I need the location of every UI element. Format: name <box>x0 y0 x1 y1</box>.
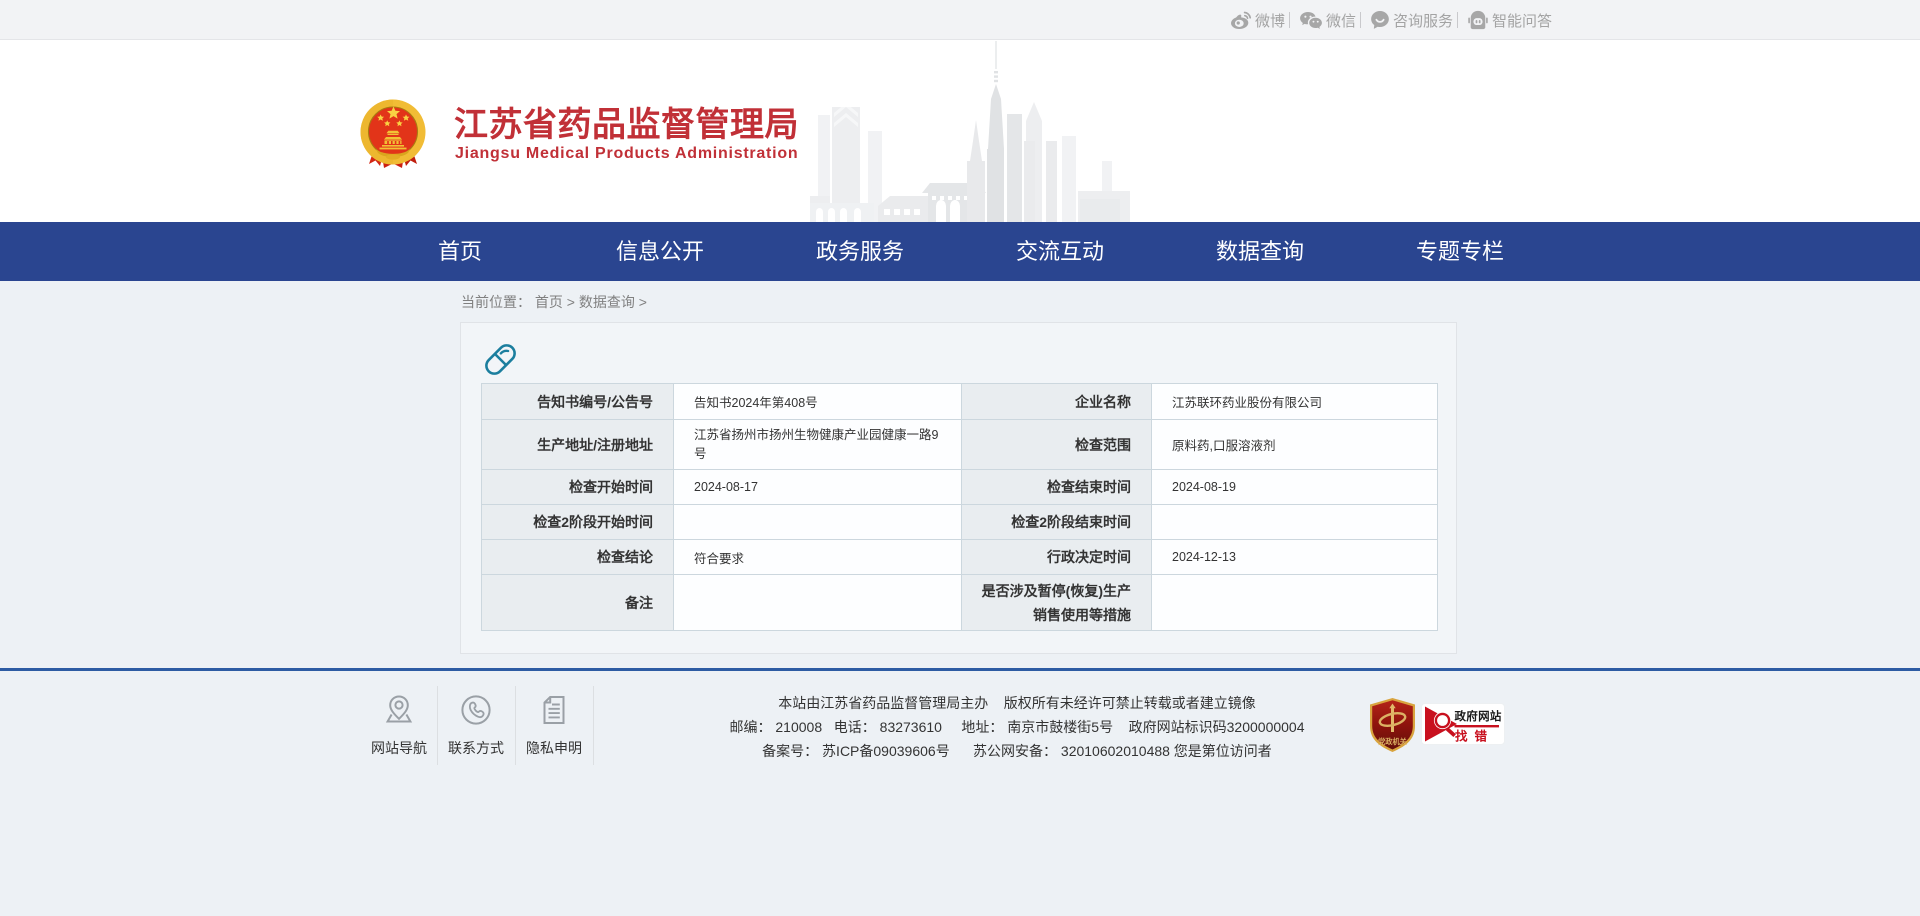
svg-text:政府网站: 政府网站 <box>1455 709 1502 723</box>
svg-text:党政机关: 党政机关 <box>1378 737 1408 746</box>
svg-text:找错: 找错 <box>1455 729 1494 744</box>
